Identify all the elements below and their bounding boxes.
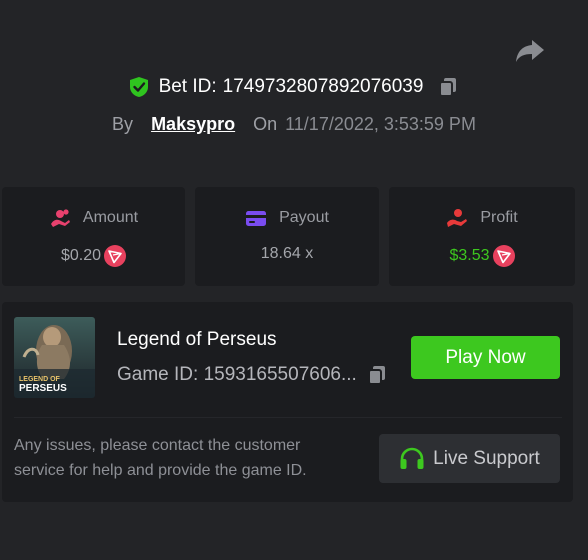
payout-value: 18.64 x: [260, 245, 314, 262]
game-thumbnail-art: LEGEND OF PERSEUS: [14, 317, 95, 398]
amount-value: $0.20: [60, 247, 102, 264]
play-now-button[interactable]: Play Now: [411, 336, 560, 379]
profit-value: $3.53: [449, 247, 490, 264]
stat-profit: Profit $3.53: [389, 187, 575, 286]
stat-amount: Amount $0.20: [2, 187, 185, 286]
hand-user-icon: [447, 209, 468, 227]
divider: [14, 417, 562, 418]
payout-label: Payout: [279, 209, 329, 226]
game-id-value: 1593165507606...: [203, 364, 357, 385]
game-card: LEGEND OF PERSEUS Legend of Perseus Game…: [2, 302, 573, 502]
bet-id-label: Bet ID:: [158, 76, 217, 97]
live-support-label: Live Support: [433, 447, 540, 469]
card-icon: [246, 211, 267, 226]
bet-id-row: Bet ID: 1749732807892076039: [0, 76, 588, 98]
thumb-title-line1: LEGEND OF: [19, 376, 61, 383]
coins-icon: [50, 209, 70, 227]
on-label: On: [253, 114, 278, 134]
tron-coin-icon: [104, 245, 127, 267]
username-link[interactable]: Maksypro: [151, 114, 235, 135]
bet-id-value: 1749732807892076039: [222, 76, 424, 97]
stat-payout: Payout 18.64 x: [195, 187, 379, 286]
support-message: Any issues, please contact the customer …: [14, 437, 307, 479]
share-button[interactable]: [514, 36, 546, 64]
bet-date: 11/17/2022, 3:53:59 PM: [285, 114, 476, 134]
bet-meta-row: By Maksypro On 11/17/2022, 3:53:59 PM: [0, 114, 588, 135]
bet-stats: Amount $0.20 Payout 18.64 x Profit $3.53: [0, 187, 588, 286]
shield-check-icon: [129, 77, 148, 97]
game-title: Legend of Perseus: [117, 329, 277, 350]
tron-coin-icon: [492, 245, 515, 267]
by-label: By: [112, 114, 134, 134]
game-thumbnail[interactable]: LEGEND OF PERSEUS: [14, 317, 95, 398]
copy-icon[interactable]: [366, 364, 388, 386]
copy-icon[interactable]: [437, 76, 459, 98]
live-support-button[interactable]: Live Support: [379, 434, 560, 483]
share-icon: [516, 40, 544, 62]
headset-icon: [400, 447, 424, 469]
thumb-title-line2: PERSEUS: [19, 383, 67, 394]
profit-label: Profit: [480, 209, 518, 226]
game-id-label: Game ID:: [117, 364, 199, 385]
game-id-row: Game ID: 1593165507606...: [117, 364, 388, 386]
amount-label: Amount: [82, 209, 139, 226]
